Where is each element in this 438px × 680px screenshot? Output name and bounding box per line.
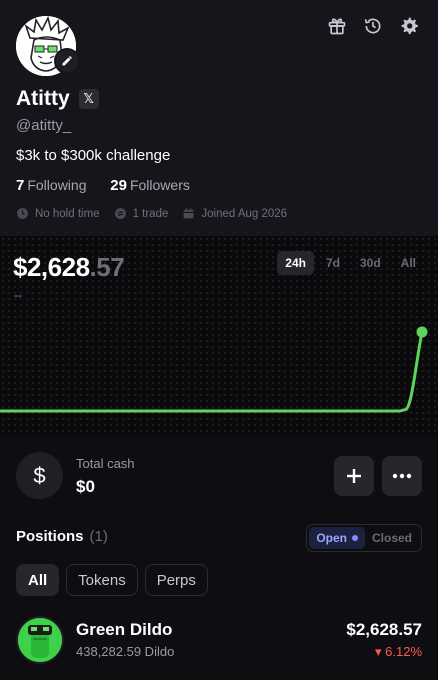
filter-tokens[interactable]: Tokens — [66, 564, 138, 596]
token-logo — [16, 616, 64, 664]
positions-count: (1) — [89, 528, 108, 545]
positions-header: Positions (1) — [16, 528, 108, 545]
toggle-closed[interactable]: Closed — [365, 527, 419, 549]
hold-time-text: No hold time — [35, 207, 100, 220]
range-7d[interactable]: 7d — [318, 251, 348, 275]
add-cash-button[interactable] — [334, 456, 374, 496]
gift-icon — [328, 18, 346, 35]
gear-icon — [401, 17, 418, 35]
trade-icon — [114, 208, 126, 219]
pencil-icon — [62, 56, 72, 66]
profile-meta: No hold time 1 trade Joined Aug 2026 — [16, 207, 301, 220]
dollar-icon: $ — [16, 452, 63, 499]
follow-stats: 7 Following 29 Followers — [16, 177, 190, 194]
history-icon — [364, 18, 381, 34]
hold-time-meta: No hold time — [16, 207, 100, 220]
more-icon — [392, 473, 412, 479]
filter-all[interactable]: All — [16, 564, 60, 596]
following-label: Following — [27, 177, 87, 193]
avatar-wrapper[interactable] — [16, 16, 80, 76]
toggle-open[interactable]: Open — [309, 527, 365, 549]
gift-button[interactable] — [326, 15, 348, 37]
active-dot-icon — [351, 535, 358, 541]
clock-icon — [17, 208, 28, 219]
calendar-icon — [184, 208, 194, 219]
filter-perps[interactable]: Perps — [144, 564, 208, 596]
range-30d[interactable]: 30d — [352, 251, 389, 275]
series-end-point — [416, 326, 428, 338]
token-amount: 438,282.59 Dildo — [76, 644, 175, 659]
x-logo-icon[interactable]: 𝕏 — [78, 89, 99, 109]
total-cash-label: Total cash — [76, 456, 135, 471]
history-button[interactable] — [362, 15, 384, 37]
profile-header: Atitty 𝕏 @atitty_ $3k to $300k challenge… — [0, 0, 438, 236]
top-actions — [326, 15, 420, 37]
followers-count: 29 — [110, 177, 127, 194]
display-name: Atitty — [16, 87, 70, 110]
total-cash-value: $0 — [76, 477, 95, 496]
position-row[interactable]: Green Dildo 438,282.59 Dildo $2,628.57 ▾… — [0, 612, 438, 670]
plus-icon — [347, 469, 361, 483]
range-24h[interactable]: 24h — [277, 251, 314, 275]
edit-avatar-button[interactable] — [54, 48, 80, 74]
followers-link[interactable]: 29 Followers — [110, 177, 190, 194]
following-link[interactable]: 7 Following — [16, 177, 87, 194]
following-count: 7 — [16, 177, 25, 194]
position-filters: All Tokens Perps — [16, 564, 208, 596]
pnl-value: -- — [14, 288, 22, 302]
settings-button[interactable] — [398, 15, 420, 37]
token-value: $2,628.57 — [346, 620, 422, 639]
open-closed-toggle: Open Closed — [306, 524, 422, 552]
positions-title: Positions — [16, 528, 84, 545]
balance-cents: .57 — [89, 252, 125, 282]
trades-text: 1 trade — [132, 207, 169, 220]
more-options-button[interactable] — [382, 456, 422, 496]
portfolio-balance: $2,628.57 — [13, 252, 125, 283]
joined-text: Joined Aug 2026 — [201, 207, 288, 220]
joined-meta: Joined Aug 2026 — [182, 207, 287, 220]
token-change: ▾ 6.12% — [375, 644, 422, 659]
toggle-open-label: Open — [316, 531, 347, 545]
followers-label: Followers — [129, 177, 190, 193]
user-handle: @atitty_ — [16, 117, 72, 134]
token-name: Green Dildo — [76, 620, 173, 639]
user-bio: $3k to $300k challenge — [16, 147, 171, 164]
time-range-selector: 24h 7d 30d All — [277, 251, 424, 275]
series-line — [0, 331, 424, 413]
range-all[interactable]: All — [393, 251, 424, 275]
trades-meta: 1 trade — [114, 207, 169, 220]
balance-main: $2,628 — [13, 252, 90, 282]
name-row: Atitty 𝕏 — [16, 87, 99, 111]
